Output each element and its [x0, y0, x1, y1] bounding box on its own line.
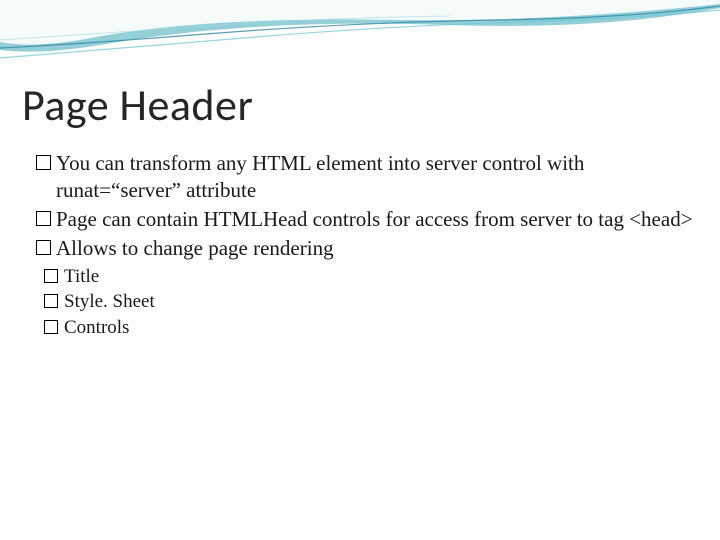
sub-bullet-item: Title — [44, 264, 698, 290]
sub-bullet-list: Title Style. Sheet Controls — [22, 264, 698, 341]
sub-bullet-item: Style. Sheet — [44, 289, 698, 315]
bullet-item: You can transform any HTML element into … — [36, 150, 698, 204]
bullet-item: Page can contain HTMLHead controls for a… — [36, 206, 698, 233]
header-wave-decoration — [0, 0, 720, 90]
sub-bullet-item: Controls — [44, 315, 698, 341]
slide-title: Page Header — [22, 78, 698, 132]
bullet-item: Allows to change page rendering — [36, 235, 698, 262]
main-bullet-list: You can transform any HTML element into … — [22, 150, 698, 262]
